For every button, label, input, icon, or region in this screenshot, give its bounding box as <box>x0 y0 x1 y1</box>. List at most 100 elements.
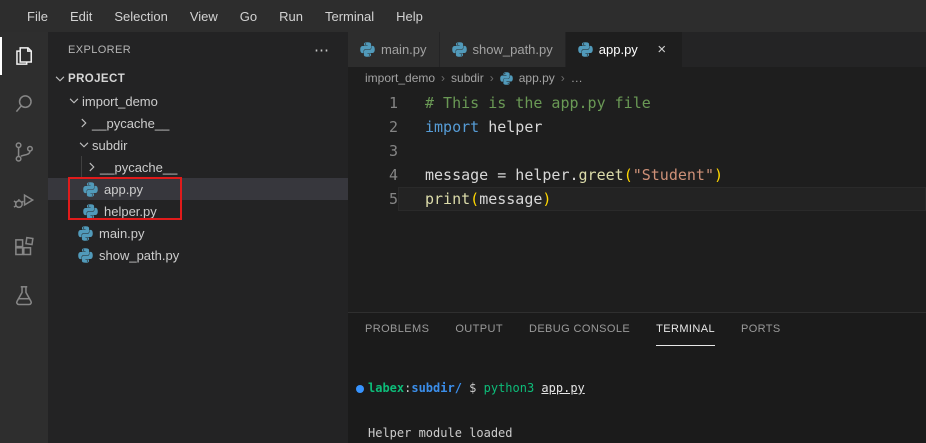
code-token: message = helper. <box>425 166 579 184</box>
chevron-right-icon <box>76 115 92 131</box>
breadcrumb-separator: › <box>441 71 446 85</box>
python-file-icon <box>578 42 593 57</box>
prompt-dir: subdir/ <box>411 381 462 395</box>
code-editor[interactable]: 1 # This is the app.py file 2 import hel… <box>348 89 926 312</box>
editor-tab-bar: main.py show_path.py app.py × <box>348 32 926 67</box>
explorer-sidebar: EXPLORER ⋯ PROJECT import_demo __pycache… <box>48 32 348 443</box>
breadcrumb: import_demo › subdir › app.py › … <box>348 67 926 89</box>
python-file-icon <box>83 203 98 219</box>
run-and-debug-icon[interactable] <box>0 176 48 224</box>
breadcrumb-separator: › <box>489 71 494 85</box>
breadcrumb-subdir[interactable]: subdir <box>451 71 484 85</box>
tree-item-subdir[interactable]: subdir <box>48 134 348 156</box>
tab-terminal[interactable]: TERMINAL <box>656 313 715 346</box>
python-file-icon <box>360 42 375 57</box>
tree-item-show-path-py[interactable]: show_path.py <box>48 244 348 266</box>
tab-show-path-py[interactable]: show_path.py <box>439 32 566 67</box>
code-line-2: 2 import helper <box>348 115 926 139</box>
terminal-command-arg: app.py <box>541 381 585 395</box>
testing-icon[interactable] <box>0 272 48 320</box>
sidebar-title: EXPLORER <box>68 44 132 56</box>
code-token: ) <box>714 166 724 184</box>
extensions-icon[interactable] <box>0 224 48 272</box>
bottom-panel: PROBLEMS OUTPUT DEBUG CONSOLE TERMINAL P… <box>348 312 926 443</box>
more-actions-icon[interactable]: ⋯ <box>314 41 330 59</box>
tab-main-py[interactable]: main.py <box>348 32 440 67</box>
menu-view[interactable]: View <box>179 0 229 32</box>
code-token: import <box>425 118 480 136</box>
tab-label: show_path.py <box>472 42 553 57</box>
menu-edit[interactable]: Edit <box>59 0 103 32</box>
terminal[interactable]: labex: subdir/ $ python3 app.py Helper mo… <box>348 346 926 443</box>
code-token: ( <box>470 190 480 208</box>
explorer-icon[interactable] <box>0 32 48 80</box>
terminal-output-text: Helper module loaded <box>368 426 513 440</box>
code-token: print <box>425 190 471 208</box>
tab-label: main.py <box>381 42 427 57</box>
search-icon[interactable] <box>0 80 48 128</box>
breadcrumb-separator: › <box>560 71 565 85</box>
breadcrumb-symbol-ellipsis[interactable]: … <box>571 71 583 85</box>
prompt-symbol: $ <box>461 381 484 395</box>
prompt-separator: : <box>404 381 412 395</box>
tree-item-import_demo[interactable]: import_demo <box>48 90 348 112</box>
tree-item-app-py[interactable]: app.py <box>48 178 348 200</box>
tree-item-subdir-pycache[interactable]: __pycache__ <box>48 156 348 178</box>
tree-item-main-py[interactable]: main.py <box>48 222 348 244</box>
tab-ports[interactable]: PORTS <box>741 313 781 346</box>
tree-item-label: show_path.py <box>99 247 180 263</box>
tab-label: app.py <box>598 42 638 57</box>
tree-item-helper-py[interactable]: helper.py <box>48 200 348 222</box>
line-number: 5 <box>388 190 398 208</box>
code-line-1: 1 # This is the app.py file <box>348 91 926 115</box>
editor-group: main.py show_path.py app.py × import_dem… <box>348 32 926 443</box>
breadcrumb-app-py[interactable]: app.py <box>519 71 555 85</box>
breadcrumb-import_demo[interactable]: import_demo <box>365 71 435 85</box>
code-token: message <box>479 190 543 208</box>
python-file-icon <box>451 42 467 57</box>
sidebar-header: EXPLORER ⋯ <box>48 32 348 68</box>
close-icon[interactable]: × <box>654 42 670 57</box>
command-decoration-icon[interactable] <box>352 384 368 393</box>
code-token: ) <box>542 190 552 208</box>
tree-item-label: subdir <box>92 137 128 153</box>
code-line-5: 5 print(message) <box>348 187 926 211</box>
menu-go[interactable]: Go <box>229 0 268 32</box>
menu-help[interactable]: Help <box>385 0 434 32</box>
menu-terminal[interactable]: Terminal <box>314 0 385 32</box>
chevron-down-icon <box>76 137 92 153</box>
tab-problems[interactable]: PROBLEMS <box>365 313 429 346</box>
code-token: "Student" <box>632 166 714 184</box>
line-number: 2 <box>388 118 398 136</box>
python-file-icon <box>83 181 98 197</box>
terminal-command-line: labex: subdir/ $ python3 app.py <box>352 381 926 396</box>
code-token: helper <box>479 118 543 136</box>
code-token: # This is the app.py file <box>425 94 651 112</box>
menu-selection[interactable]: Selection <box>103 0 178 32</box>
tab-app-py[interactable]: app.py × <box>565 32 683 67</box>
menu-file[interactable]: File <box>16 0 59 32</box>
code-line-4: 4 message = helper.greet("Student") <box>348 163 926 187</box>
line-number: 4 <box>388 166 398 184</box>
tree-section-project[interactable]: PROJECT <box>48 68 348 90</box>
tab-output[interactable]: OUTPUT <box>455 313 503 346</box>
line-number: 3 <box>388 142 398 160</box>
tree-indent-guide <box>81 156 82 178</box>
python-file-icon <box>78 247 93 263</box>
chevron-right-icon <box>84 159 100 175</box>
code-token: ( <box>623 166 633 184</box>
code-token: greet <box>578 166 624 184</box>
chevron-down-icon <box>66 93 82 109</box>
source-control-icon[interactable] <box>0 128 48 176</box>
tree-item-label: __pycache__ <box>100 159 178 175</box>
panel-tab-bar: PROBLEMS OUTPUT DEBUG CONSOLE TERMINAL P… <box>348 313 926 346</box>
code-line-3: 3 <box>348 139 926 163</box>
tree-item-label: helper.py <box>104 203 157 219</box>
section-label: PROJECT <box>68 73 126 85</box>
tree-item-label: main.py <box>99 225 145 241</box>
tree-item-pycache[interactable]: __pycache__ <box>48 112 348 134</box>
python-file-icon <box>78 225 93 241</box>
tab-debug-console[interactable]: DEBUG CONSOLE <box>529 313 630 346</box>
tree-item-label: import_demo <box>82 93 158 109</box>
menu-run[interactable]: Run <box>268 0 314 32</box>
